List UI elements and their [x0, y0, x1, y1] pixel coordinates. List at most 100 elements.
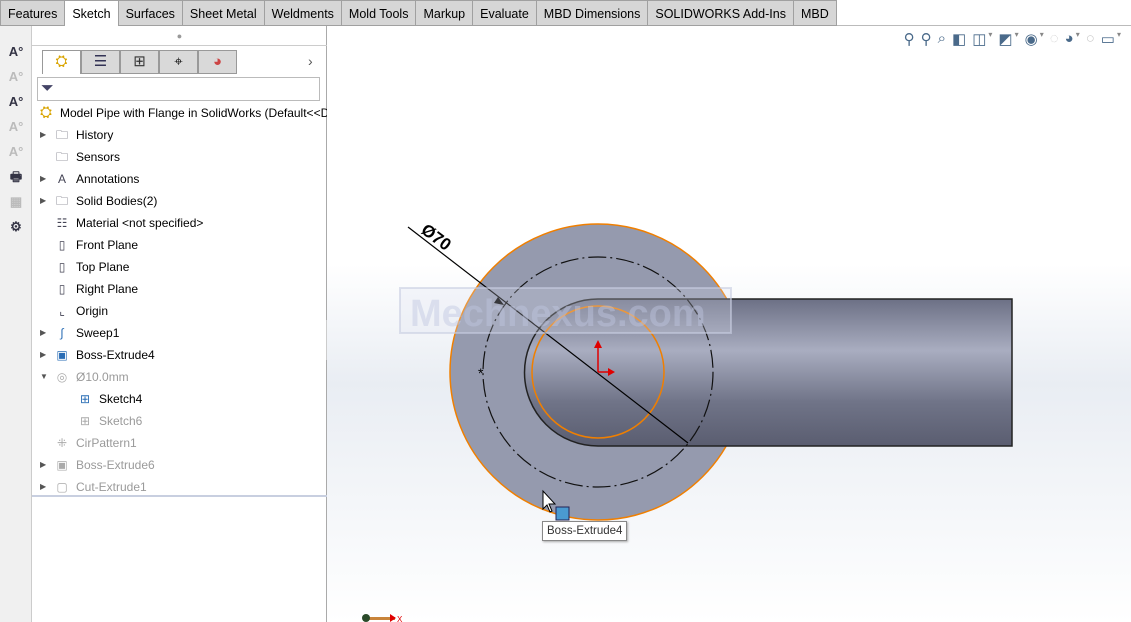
expand-arrow-icon[interactable]: ▶ — [40, 476, 52, 498]
sketch-icon: ⊞ — [79, 392, 91, 406]
panel-resize-handle[interactable]: ● — [32, 26, 327, 46]
origin-icon: ⌞ — [59, 304, 65, 318]
part-icon: ⛭ — [39, 104, 52, 121]
tree-item-label: Top Plane — [76, 260, 130, 274]
chevron-right-icon[interactable]: › — [308, 53, 313, 69]
tree-item[interactable]: ⁜ CirPattern1 — [40, 432, 137, 454]
sensors-folder-icon: 🗀 — [55, 150, 68, 164]
tree-item-label: Boss-Extrude4 — [76, 348, 155, 362]
tree-item-label: Model Pipe with Flange in SolidWorks (De… — [60, 106, 330, 120]
tree-item[interactable]: ▶ ∫ Sweep1 — [40, 322, 119, 344]
collapse-arrow-icon[interactable]: ▼ — [40, 366, 52, 388]
expand-arrow-icon[interactable]: ▶ — [40, 124, 52, 146]
tab-evaluate[interactable]: Evaluate — [473, 0, 537, 26]
tree-item[interactable]: ▶ 🗀 Solid Bodies(2) — [40, 190, 157, 212]
tree-item-label: Ø10.0mm — [76, 370, 129, 384]
circular-pattern-icon: ⁜ — [56, 436, 68, 450]
svg-text:X: X — [397, 615, 403, 622]
tree-item-label: Sketch4 — [99, 392, 143, 406]
tree-item[interactable]: ⌞ Origin — [40, 300, 108, 322]
tree-item[interactable]: ⊞ Sketch4 — [63, 388, 142, 410]
tree-item[interactable]: ⊞ Sketch6 — [63, 410, 142, 432]
auto-dimension-icon[interactable]: A° — [5, 67, 27, 87]
annotations-folder-icon: A — [57, 172, 66, 186]
tree-root-part[interactable]: ⛭ Model Pipe with Flange in SolidWorks (D… — [36, 102, 329, 124]
reference-triad: X — [362, 614, 403, 622]
feature-manager-panel: ● ⛭ ☰ ⊞ ⌖ ◕ › ⏷ ⛭ Model Pipe with Flange in S… — [32, 26, 329, 622]
panel-tabs: ⛭ ☰ ⊞ ⌖ ◕ — [42, 50, 237, 74]
import-annotations-icon[interactable]: A° — [5, 92, 27, 112]
tooltip: Boss-Extrude4 — [542, 521, 628, 541]
tree-item-label: Right Plane — [76, 282, 139, 296]
tree-item[interactable]: 🗀 Sensors — [40, 146, 120, 168]
model-drawing: Ø70 * Mechnexus.com X — [362, 220, 1013, 622]
expand-arrow-icon[interactable]: ▶ — [40, 454, 52, 476]
tree-item[interactable]: ▼ ◎ Ø10.0mm — [40, 366, 129, 388]
print-icon[interactable]: 🖶 — [5, 167, 27, 187]
tree-item-label: Material <not specified> — [76, 216, 204, 230]
tree-item-label: Front Plane — [76, 238, 139, 252]
tab-solidworks-add-ins[interactable]: SOLIDWORKS Add-Ins — [648, 0, 794, 26]
filter-input[interactable]: ⏷ — [37, 77, 320, 101]
feature-tree: ⛭ Model Pipe with Flange in SolidWorks (D… — [32, 102, 329, 498]
tree-item[interactable]: ▶ A Annotations — [40, 168, 139, 190]
tree-item-label: Annotations — [76, 172, 140, 186]
extrude-icon: ▣ — [56, 458, 68, 472]
cut-extrude-icon: ▢ — [56, 480, 68, 494]
tree-item-label: History — [76, 128, 114, 142]
tab-sheet-metal[interactable]: Sheet Metal — [182, 0, 265, 26]
tree-item[interactable]: ▯ Top Plane — [40, 256, 130, 278]
tree-item[interactable]: ▯ Right Plane — [40, 278, 138, 300]
solid-bodies-folder-icon: 🗀 — [55, 194, 68, 208]
propertymanager-icon[interactable]: ☰ — [81, 50, 120, 74]
expand-arrow-icon[interactable]: ▶ — [40, 322, 52, 344]
plane-icon: ▯ — [58, 282, 66, 296]
tree-item-label: Cut-Extrude1 — [76, 480, 147, 494]
plane-icon: ▯ — [58, 260, 66, 274]
left-toolbar: A° A° A° A° A° 🖶 ▦ ⚙ — [0, 26, 32, 622]
tab-mbd[interactable]: MBD — [793, 0, 837, 26]
expand-arrow-icon[interactable]: ▶ — [40, 190, 52, 212]
tab-markup[interactable]: Markup — [416, 0, 474, 26]
expand-arrow-icon[interactable]: ▶ — [40, 344, 52, 366]
datum-icon[interactable]: ▦ — [5, 192, 27, 212]
tab-weldments[interactable]: Weldments — [264, 0, 342, 26]
dimxpertmanager-icon[interactable]: ⌖ — [159, 50, 198, 74]
tab-sketch[interactable]: Sketch — [65, 0, 119, 26]
tab-surfaces[interactable]: Surfaces — [118, 0, 183, 26]
tree-item[interactable]: ▶ ▢ Cut-Extrude1 — [40, 476, 147, 498]
graphics-viewport[interactable]: ⚲ ⚲ ⌕ ◧ ◫ ▾ ◩ ▾ ◉ ▾ ◌ ◕ ▾ ○ ▭ ▾ Ø70 * Mechnexus.com — [327, 26, 1131, 622]
tree-item-label: CirPattern1 — [76, 436, 137, 450]
tree-item-label: Boss-Extrude6 — [76, 458, 155, 472]
tree-item[interactable]: ▶ ▣ Boss-Extrude4 — [40, 344, 155, 366]
tree-item-label: Sweep1 — [76, 326, 120, 340]
configurationmanager-icon[interactable]: ⊞ — [120, 50, 159, 74]
tree-item-label: Sensors — [76, 150, 121, 164]
command-manager-tabs: Features Sketch Surfaces Sheet Metal Weldmen… — [0, 0, 1131, 26]
tree-item-label: Origin — [76, 304, 109, 318]
hole-icon: ◎ — [56, 370, 68, 384]
tolerance-icon[interactable]: ⚙ — [5, 217, 27, 237]
tree-item[interactable]: ▯ Front Plane — [40, 234, 138, 256]
material-icon: ☷ — [56, 216, 68, 230]
expand-arrow-icon[interactable]: ▶ — [40, 168, 52, 190]
tree-item[interactable]: ▶ 🗀 History — [40, 124, 113, 146]
plane-icon: ▯ — [58, 238, 66, 252]
extrude-icon: ▣ — [56, 348, 68, 362]
tab-features[interactable]: Features — [0, 0, 66, 26]
tab-mold-tools[interactable]: Mold Tools — [341, 0, 417, 26]
tab-mbd-dimensions[interactable]: MBD Dimensions — [536, 0, 649, 26]
displaymanager-icon[interactable]: ◕ — [198, 50, 237, 74]
history-folder-icon: 🗀 — [55, 128, 68, 142]
tree-item[interactable]: ☷ Material <not specified> — [40, 212, 204, 234]
annotation-icon[interactable]: A° — [5, 117, 27, 137]
smart-dimension-icon[interactable]: A° — [5, 42, 27, 62]
filter-icon: ⏷ — [41, 80, 54, 97]
sweep-icon: ∫ — [60, 326, 64, 340]
sketch-point: * — [478, 365, 484, 381]
tree-item[interactable]: ▶ ▣ Boss-Extrude6 — [40, 454, 155, 476]
note-icon[interactable]: A° — [5, 142, 27, 162]
tree-item-label: Sketch6 — [99, 414, 143, 428]
sketch-icon: ⊞ — [79, 414, 91, 428]
featuremanager-icon[interactable]: ⛭ — [42, 50, 81, 74]
